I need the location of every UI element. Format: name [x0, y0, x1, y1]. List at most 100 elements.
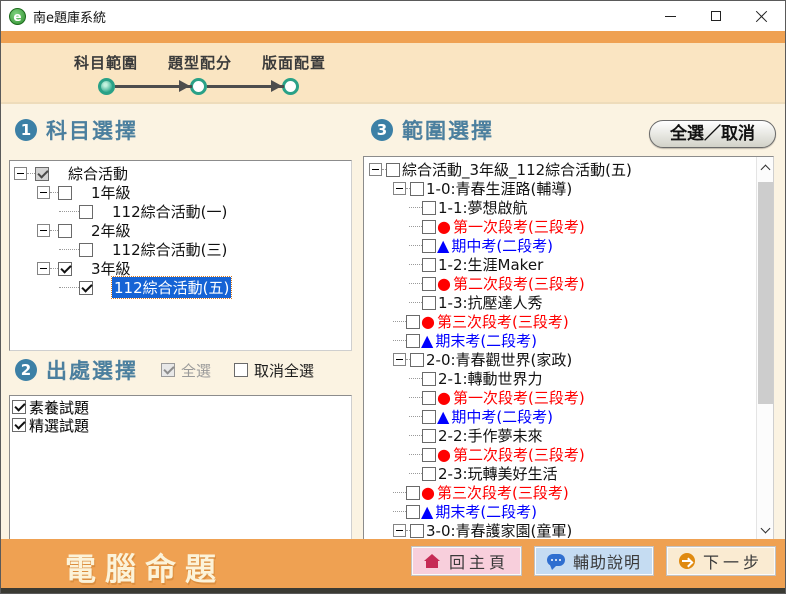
checkbox-unchecked[interactable] [422, 448, 436, 462]
tree-label[interactable]: 期中考(二段考) [451, 406, 553, 427]
checkbox-unchecked[interactable] [410, 524, 424, 538]
tree-label[interactable]: 112綜合活動(一) [112, 201, 227, 222]
tree-row[interactable]: 2-2:手作夢未來 [367, 426, 773, 445]
tree-row[interactable]: ● 第二次段考(三段考) [367, 274, 773, 293]
checkbox-checked[interactable] [12, 400, 26, 414]
checkbox-unchecked[interactable] [422, 429, 436, 443]
checkbox-unchecked[interactable] [79, 243, 93, 257]
checkbox-unchecked[interactable] [422, 296, 436, 310]
scrollbar-thumb[interactable] [758, 182, 773, 404]
tree-label[interactable]: 期中考(二段考) [451, 235, 553, 256]
collapse-icon[interactable] [393, 182, 406, 195]
checkbox-partial[interactable] [35, 167, 49, 181]
tree-row[interactable]: ▲ 期中考(二段考) [367, 236, 773, 255]
tree-row[interactable]: 1-3:抗壓達人秀 [367, 293, 773, 312]
tree-label[interactable]: 2-3:玩轉美好生活 [438, 463, 558, 484]
select-toggle-button[interactable]: 全選／取消 [649, 120, 776, 148]
tree-row[interactable]: ● 第一次段考(三段考) [367, 217, 773, 236]
vertical-scrollbar[interactable] [756, 157, 773, 540]
tree-label[interactable]: 第二次段考(三段考) [453, 273, 585, 294]
tree-label[interactable]: 1年級 [91, 182, 131, 203]
select-all-checkbox-checked-disabled[interactable] [161, 363, 175, 377]
minimize-button[interactable] [647, 1, 693, 31]
list-item[interactable]: 素養試題 [10, 398, 351, 416]
checkbox-unchecked[interactable] [58, 224, 72, 238]
checkbox-unchecked[interactable] [422, 258, 436, 272]
close-button[interactable] [739, 1, 785, 31]
checkbox-unchecked[interactable] [422, 220, 436, 234]
checkbox-checked[interactable] [79, 281, 93, 295]
tree-label[interactable]: 期末考(二段考) [435, 501, 537, 522]
tree-row[interactable]: 3年級 [13, 259, 351, 278]
tree-label[interactable]: 1-1:夢想啟航 [438, 197, 528, 218]
deselect-all-control[interactable]: 取消全選 [234, 360, 314, 381]
checkbox-checked[interactable] [12, 418, 26, 432]
tree-row[interactable]: 2-3:玩轉美好生活 [367, 464, 773, 483]
checkbox-unchecked[interactable] [422, 201, 436, 215]
tree-row[interactable]: ▲ 期末考(二段考) [367, 331, 773, 350]
tree-row[interactable]: ● 第三次段考(三段考) [367, 312, 773, 331]
select-all-control[interactable]: 全選 [161, 360, 211, 381]
collapse-icon[interactable] [37, 224, 50, 237]
tree-row[interactable]: ● 第二次段考(三段考) [367, 445, 773, 464]
collapse-icon[interactable] [393, 524, 406, 537]
tree-label[interactable]: 3年級 [91, 258, 131, 279]
checkbox-unchecked[interactable] [79, 205, 93, 219]
tree-label[interactable]: 綜合活動 [68, 163, 128, 184]
tree-label[interactable]: 1-2:生涯Maker [438, 254, 543, 275]
tree-row[interactable]: 2-1:轉動世界力 [367, 369, 773, 388]
tree-row[interactable]: 1年級 [13, 183, 351, 202]
tree-row[interactable]: ● 第三次段考(三段考) [367, 483, 773, 502]
tree-label[interactable]: 2年級 [91, 220, 131, 241]
tree-row[interactable]: 112綜合活動(三) [13, 240, 351, 259]
tree-label[interactable]: 第一次段考(三段考) [453, 387, 585, 408]
checkbox-unchecked[interactable] [422, 410, 436, 424]
tree-label[interactable]: 2-1:轉動世界力 [438, 368, 543, 389]
tree-label[interactable]: 第三次段考(三段考) [437, 482, 569, 503]
checkbox-unchecked[interactable] [406, 315, 420, 329]
list-item[interactable]: 精選試題 [10, 416, 351, 434]
tree-label[interactable]: 綜合活動_3年級_112綜合活動(五) [402, 159, 632, 180]
scroll-up-icon[interactable] [761, 164, 769, 172]
checkbox-checked[interactable] [58, 262, 72, 276]
tree-row[interactable]: ● 第一次段考(三段考) [367, 388, 773, 407]
checkbox-unchecked[interactable] [386, 163, 400, 177]
tree-row[interactable]: 112綜合活動(五) [13, 278, 351, 297]
next-step-button[interactable]: 下一步 [667, 547, 775, 575]
tree-label[interactable]: 3-0:青春護家園(童軍) [426, 520, 572, 541]
tree-label[interactable]: 1-0:青春生涯路(輔導) [426, 178, 572, 199]
maximize-button[interactable] [693, 1, 739, 31]
collapse-icon[interactable] [37, 186, 50, 199]
tree-label[interactable]: 第三次段考(三段考) [437, 311, 569, 332]
checkbox-unchecked[interactable] [58, 186, 72, 200]
collapse-icon[interactable] [393, 353, 406, 366]
tree-row[interactable]: 綜合活動_3年級_112綜合活動(五) [367, 160, 773, 179]
home-button[interactable]: 回主頁 [412, 547, 521, 575]
tree-row[interactable]: 2-0:青春觀世界(家政) [367, 350, 773, 369]
tree-row[interactable]: 1-0:青春生涯路(輔導) [367, 179, 773, 198]
checkbox-unchecked[interactable] [410, 182, 424, 196]
tree-label[interactable]: 期末考(二段考) [435, 330, 537, 351]
tree-label[interactable]: 1-3:抗壓達人秀 [438, 292, 543, 313]
checkbox-unchecked[interactable] [406, 486, 420, 500]
tree-row[interactable]: 3-0:青春護家園(童軍) [367, 521, 773, 540]
tree-row[interactable]: ▲ 期中考(二段考) [367, 407, 773, 426]
help-button[interactable]: 輔助說明 [535, 547, 653, 575]
checkbox-unchecked[interactable] [406, 334, 420, 348]
tree-label[interactable]: 112綜合活動(三) [112, 239, 227, 260]
checkbox-unchecked[interactable] [422, 391, 436, 405]
tree-label-selected[interactable]: 112綜合活動(五) [112, 277, 231, 298]
collapse-icon[interactable] [37, 262, 50, 275]
checkbox-unchecked[interactable] [422, 277, 436, 291]
tree-label[interactable]: 2-2:手作夢未來 [438, 425, 543, 446]
tree-row[interactable]: 2年級 [13, 221, 351, 240]
checkbox-unchecked[interactable] [406, 505, 420, 519]
checkbox-unchecked[interactable] [422, 467, 436, 481]
collapse-icon[interactable] [369, 163, 382, 176]
tree-label[interactable]: 2-0:青春觀世界(家政) [426, 349, 572, 370]
checkbox-unchecked[interactable] [422, 239, 436, 253]
tree-row[interactable]: 綜合活動 [13, 164, 351, 183]
tree-row[interactable]: 1-2:生涯Maker [367, 255, 773, 274]
tree-row[interactable]: ▲ 期末考(二段考) [367, 502, 773, 521]
checkbox-unchecked[interactable] [410, 353, 424, 367]
